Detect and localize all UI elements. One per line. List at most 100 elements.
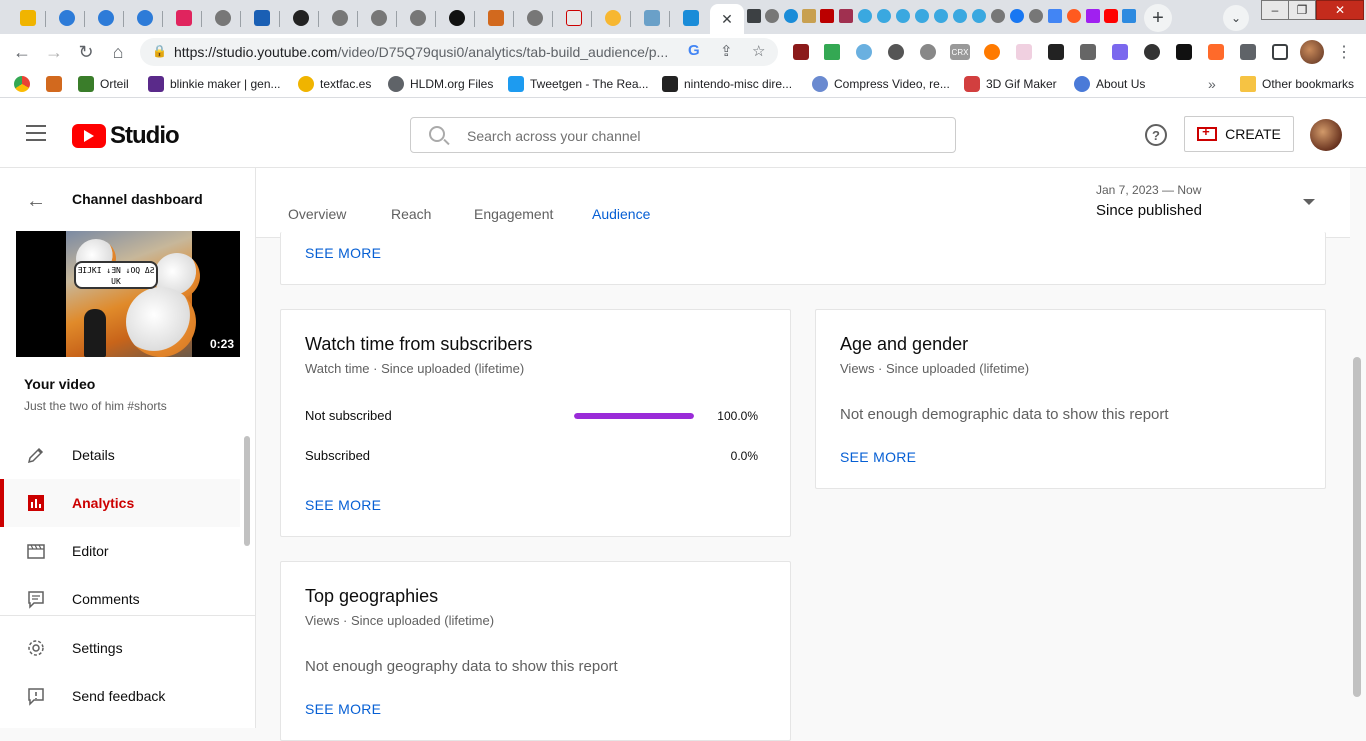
see-more-link[interactable]: SEE MORE xyxy=(305,245,381,261)
museum-icon[interactable] xyxy=(1080,44,1096,60)
puzzle-icon[interactable] xyxy=(1240,44,1256,60)
search-box[interactable] xyxy=(410,117,956,153)
sidebar-scrollbar[interactable] xyxy=(244,436,250,546)
other-bookmarks[interactable]: Other bookmarks xyxy=(1240,75,1354,93)
crx-icon[interactable]: CRX xyxy=(950,44,970,60)
close-tab-icon[interactable]: ✕ xyxy=(721,11,733,28)
tab-favicon[interactable] xyxy=(802,9,816,23)
tab-favicon[interactable] xyxy=(839,9,853,23)
browser-tab[interactable] xyxy=(166,4,202,32)
google-lens-icon[interactable]: G xyxy=(688,42,700,59)
back-arrow-icon[interactable]: ← xyxy=(26,190,46,213)
maximize-button[interactable]: ❐ xyxy=(1288,0,1316,20)
globe-icon[interactable] xyxy=(765,9,779,23)
studio-logo[interactable]: Studio xyxy=(72,122,180,150)
browser-tab[interactable] xyxy=(244,4,280,32)
channel-dashboard-link[interactable]: Channel dashboard xyxy=(72,191,203,207)
bookmark-item[interactable]: blinkie maker | gen... xyxy=(148,75,281,93)
browser-tab[interactable] xyxy=(361,4,397,32)
reload-icon[interactable]: ↻ xyxy=(74,40,98,64)
help-icon[interactable]: ? xyxy=(1145,124,1167,146)
bookmark-icon[interactable] xyxy=(46,75,62,93)
main-scrollbar[interactable] xyxy=(1353,357,1361,697)
bookmark-item[interactable]: Compress Video, re... xyxy=(812,75,950,93)
minimize-button[interactable]: – xyxy=(1261,0,1289,20)
tab-overview[interactable]: Overview xyxy=(288,206,346,222)
tab-favicon[interactable] xyxy=(784,9,798,23)
facebook-icon[interactable] xyxy=(1010,9,1024,23)
bookmark-item[interactable]: 3D Gif Maker xyxy=(964,75,1057,93)
star-icon[interactable]: ☆ xyxy=(752,42,765,60)
tab-favicon[interactable] xyxy=(915,9,929,23)
browser-tab[interactable] xyxy=(205,4,241,32)
side-panel-icon[interactable] xyxy=(1272,44,1288,60)
browser-tab[interactable] xyxy=(439,4,475,32)
bookmarks-overflow-button[interactable]: » xyxy=(1208,75,1216,93)
create-button[interactable]: CREATE xyxy=(1184,116,1294,152)
tab-favicon[interactable] xyxy=(747,9,761,23)
extension-icon[interactable] xyxy=(1048,44,1064,60)
bookmark-item[interactable]: textfac.es xyxy=(298,75,371,93)
tab-favicon[interactable] xyxy=(953,9,967,23)
browser-tab[interactable] xyxy=(88,4,124,32)
browser-tab[interactable] xyxy=(556,4,592,32)
address-bar[interactable]: 🔒 https://studio.youtube.com/video/D75Q7… xyxy=(140,38,778,66)
extension-icon[interactable] xyxy=(1176,44,1192,60)
back-arrow-icon[interactable]: ← xyxy=(10,40,34,64)
sidebar-item-send-feedback[interactable]: Send feedback xyxy=(0,672,240,720)
sidebar-item-editor[interactable]: Editor xyxy=(0,527,240,575)
browser-tab[interactable] xyxy=(634,4,670,32)
browser-tab[interactable] xyxy=(595,4,631,32)
video-thumbnail[interactable]: ƎIJKI ↓ƎN ↓OQ ΔƧ UK 0:23 xyxy=(16,231,240,357)
url-text[interactable]: https://studio.youtube.com/video/D75Q79q… xyxy=(174,44,694,60)
cloud-icon[interactable] xyxy=(856,44,872,60)
docs-icon[interactable] xyxy=(1048,9,1062,23)
profile-avatar[interactable] xyxy=(1300,40,1324,64)
youtube-icon[interactable] xyxy=(1104,9,1118,23)
browser-tab[interactable] xyxy=(283,4,319,32)
extension-icon[interactable] xyxy=(1208,44,1224,60)
tab-reach[interactable]: Reach xyxy=(391,206,431,222)
extension-icon[interactable] xyxy=(888,44,904,60)
browser-tab[interactable] xyxy=(673,4,709,32)
sidebar-item-analytics[interactable]: Analytics xyxy=(0,479,240,527)
extension-icon[interactable] xyxy=(1112,44,1128,60)
browser-tab[interactable] xyxy=(49,4,85,32)
bookmark-item[interactable]: About Us xyxy=(1074,75,1145,93)
see-more-link[interactable]: SEE MORE xyxy=(305,497,381,513)
home-icon[interactable]: ⌂ xyxy=(106,40,130,64)
tab-audience[interactable]: Audience xyxy=(590,206,652,237)
account-avatar[interactable] xyxy=(1310,119,1342,151)
sidebar-item-settings[interactable]: Settings xyxy=(0,624,240,672)
see-more-link[interactable]: SEE MORE xyxy=(305,701,381,717)
dropdown-caret-icon[interactable] xyxy=(1303,199,1315,205)
browser-tab[interactable] xyxy=(127,4,163,32)
extension-icon[interactable] xyxy=(1016,44,1032,60)
new-tab-button[interactable]: + xyxy=(1144,4,1172,32)
tab-favicon[interactable] xyxy=(1086,9,1100,23)
close-window-button[interactable]: ✕ xyxy=(1316,0,1364,20)
tab-favicon[interactable] xyxy=(1122,9,1136,23)
tab-favicon[interactable] xyxy=(896,9,910,23)
globe-icon[interactable] xyxy=(1029,9,1043,23)
bookmark-item[interactable]: HLDM.org Files xyxy=(388,75,493,93)
tab-favicon[interactable] xyxy=(972,9,986,23)
forward-arrow-icon[interactable]: → xyxy=(42,40,66,64)
bookmark-item[interactable]: Orteil xyxy=(78,75,129,93)
browser-tab[interactable] xyxy=(322,4,358,32)
tab-favicon[interactable] xyxy=(877,9,891,23)
globe-icon[interactable] xyxy=(991,9,1005,23)
apple-icon[interactable] xyxy=(920,44,936,60)
tab-favicon[interactable] xyxy=(820,9,834,23)
bookmark-item[interactable]: nintendo-misc dire... xyxy=(662,75,792,93)
date-range-picker[interactable]: Jan 7, 2023 — Now Since published xyxy=(1096,183,1202,219)
browser-tab[interactable] xyxy=(517,4,553,32)
browser-tab[interactable] xyxy=(400,4,436,32)
chrome-apps-icon[interactable] xyxy=(14,75,30,93)
browser-tab-active[interactable]: ✕ xyxy=(710,4,744,34)
browser-tab[interactable] xyxy=(478,4,514,32)
search-input[interactable] xyxy=(467,126,927,146)
see-more-link[interactable]: SEE MORE xyxy=(840,449,916,465)
extension-icon[interactable] xyxy=(1144,44,1160,60)
tab-favicon[interactable] xyxy=(858,9,872,23)
